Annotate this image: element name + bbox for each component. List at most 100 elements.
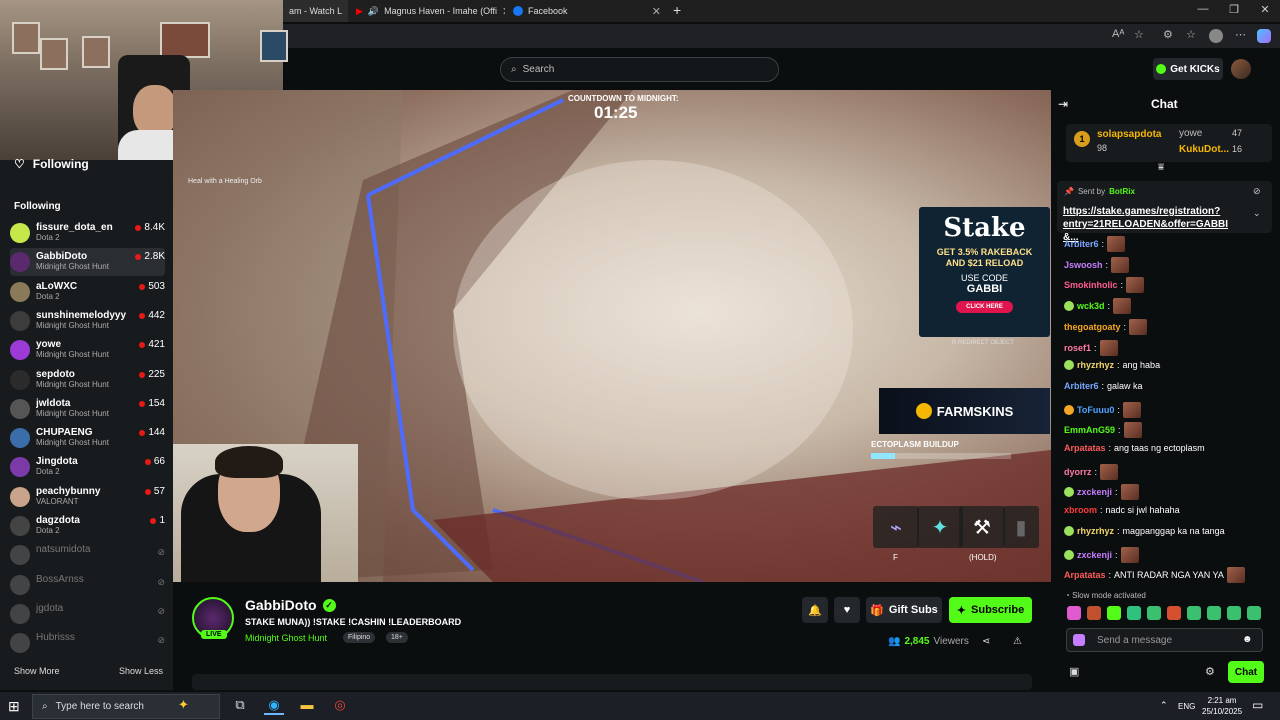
clock[interactable]: 2:21 am 25/10/2025	[1202, 695, 1242, 717]
chat-username[interactable]: rhyzrhyz	[1077, 360, 1114, 370]
user-badge-icon[interactable]	[1064, 301, 1074, 311]
favorite-icon[interactable]: ☆	[1134, 28, 1144, 41]
leader-2-name[interactable]: yowe	[1179, 128, 1202, 139]
collapse-chat-icon[interactable]: ⇥	[1058, 97, 1068, 111]
chat-username[interactable]: rosef1	[1064, 343, 1091, 353]
read-aloud-icon[interactable]: Aᴬ	[1112, 28, 1124, 40]
chat-username[interactable]: Arpatatas	[1064, 443, 1106, 453]
streamer-name[interactable]: GabbiDoto ✓	[245, 597, 336, 613]
user-badge-icon[interactable]	[1064, 526, 1074, 536]
report-icon[interactable]: ⚠	[1013, 636, 1022, 647]
browser-tab-youtube[interactable]: ▶ 🔊 Magnus Haven - Imahe (Offi ✕	[350, 0, 505, 22]
copilot-icon[interactable]	[1257, 29, 1271, 43]
follow-button[interactable]: ♥	[834, 597, 860, 623]
farmskins-ad[interactable]: FARMSKINS	[879, 388, 1050, 434]
notification-bell-button[interactable]: 🔔	[802, 597, 828, 623]
share-icon[interactable]: ⋖	[982, 636, 990, 647]
sidebar-channel[interactable]: jgdota ⊘	[10, 600, 165, 628]
close-icon[interactable]: ✕	[652, 5, 661, 18]
speaker-icon[interactable]: 🔊	[368, 6, 379, 17]
chevron-down-icon[interactable]: ⌄	[1253, 208, 1261, 219]
unpin-icon[interactable]: ⊘	[1253, 186, 1261, 197]
user-badge-icon[interactable]	[1064, 360, 1074, 370]
edge-browser-icon[interactable]: ◉	[264, 697, 284, 715]
sidebar-channel[interactable]: jwldota Midnight Ghost Hunt 154	[10, 395, 165, 423]
user-badge-icon[interactable]	[1064, 405, 1074, 415]
emote-icon[interactable]	[1247, 606, 1261, 620]
subscribe-button[interactable]: ✦ Subscribe	[949, 597, 1032, 623]
task-view-icon[interactable]: ⧉	[230, 697, 250, 715]
chat-username[interactable]: zxckenji	[1077, 550, 1112, 560]
minimize-button[interactable]: —	[1188, 3, 1218, 15]
chat-username[interactable]: Jswoosh	[1064, 260, 1103, 270]
tag-language[interactable]: Filipino	[343, 632, 376, 643]
user-badge-icon[interactable]	[1064, 550, 1074, 560]
emote-icon[interactable]	[1127, 606, 1141, 620]
windows-start-icon[interactable]: ⊞	[8, 698, 20, 715]
user-avatar[interactable]	[1231, 59, 1251, 79]
sidebar-channel[interactable]: sepdoto Midnight Ghost Hunt 225	[10, 366, 165, 394]
chat-username[interactable]: zxckenji	[1077, 487, 1112, 497]
stake-ad[interactable]: Stake GET 3.5% RAKEBACK AND $21 RELOAD U…	[919, 207, 1050, 337]
chat-username[interactable]: Arpatatas	[1064, 570, 1106, 580]
browser-tab-facebook[interactable]: Facebook ✕	[507, 0, 667, 22]
close-icon[interactable]: ✕	[502, 5, 505, 18]
emote-icon[interactable]	[1207, 606, 1221, 620]
sidebar-channel[interactable]: GabbiDoto Midnight Ghost Hunt 2.8K	[10, 248, 165, 276]
settings-gear-icon[interactable]: ⚙	[1205, 665, 1215, 678]
chat-username[interactable]: rhyzrhyz	[1077, 526, 1114, 536]
emote-icon[interactable]	[1227, 606, 1241, 620]
sidebar-channel[interactable]: peachybunny VALORANT 57	[10, 483, 165, 511]
sidebar-channel[interactable]: Hubrisss ⊘	[10, 629, 165, 657]
file-explorer-icon[interactable]: ▬	[297, 697, 317, 715]
emote-icon[interactable]	[1187, 606, 1201, 620]
gift-icon[interactable]: ▣	[1069, 665, 1079, 678]
following-header[interactable]: ♡ Following	[14, 157, 89, 171]
stream-category[interactable]: Midnight Ghost Hunt	[245, 633, 327, 643]
gift-subs-button[interactable]: 🎁 Gift Subs	[866, 597, 942, 623]
maximize-button[interactable]: ❐	[1219, 3, 1249, 16]
chat-username[interactable]: Smokinholic	[1064, 280, 1118, 290]
browser-tab-kick[interactable]: am - Watch L ✕	[283, 0, 348, 22]
send-chat-button[interactable]: Chat	[1228, 661, 1264, 683]
obs-icon[interactable]: ◎	[330, 697, 350, 715]
stake-cta-button[interactable]: CLICK HERE	[956, 301, 1013, 313]
get-kicks-button[interactable]: Get KICKs	[1153, 58, 1223, 80]
emote-icon[interactable]	[1107, 606, 1121, 620]
user-badge-icon[interactable]	[1064, 487, 1074, 497]
show-less-button[interactable]: Show Less	[119, 666, 163, 676]
taskbar-search-input[interactable]: ⌕ Type here to search	[32, 694, 220, 719]
extensions-icon[interactable]: ⚙	[1163, 28, 1173, 41]
sidebar-channel[interactable]: fissure_dota_en Dota 2 8.4K	[10, 219, 165, 247]
leader-1-name[interactable]: solapsapdota	[1097, 129, 1161, 140]
expand-leaderboard-icon[interactable]: ⩸	[1158, 162, 1164, 173]
user-badge-icon[interactable]	[1073, 634, 1085, 646]
emote-icon[interactable]	[1067, 606, 1081, 620]
notification-icon[interactable]: ▭	[1252, 698, 1263, 712]
chat-username[interactable]: Arbiter6	[1064, 381, 1099, 391]
chat-username[interactable]: ToFuuu0	[1077, 405, 1114, 415]
emoji-icon[interactable]: ☻	[1242, 634, 1253, 645]
sidebar-channel[interactable]: CHUPAENG Midnight Ghost Hunt 144	[10, 424, 165, 452]
menu-icon[interactable]: ⋯	[1235, 28, 1246, 41]
emote-icon[interactable]	[1087, 606, 1101, 620]
close-window-button[interactable]: ✕	[1250, 3, 1280, 16]
sidebar-channel[interactable]: yowe Midnight Ghost Hunt 421	[10, 336, 165, 364]
sidebar-channel[interactable]: sunshinemelodyyy Midnight Ghost Hunt 442	[10, 307, 165, 335]
chat-username[interactable]: wck3d	[1077, 301, 1105, 311]
sidebar-channel[interactable]: aLoWXC Dota 2 503	[10, 278, 165, 306]
profile-icon[interactable]	[1209, 29, 1223, 43]
tray-chevron-up-icon[interactable]: ⌃	[1160, 700, 1168, 711]
show-more-button[interactable]: Show More	[14, 666, 60, 676]
leader-3-name[interactable]: KukuDot...	[1179, 144, 1229, 155]
close-icon[interactable]: ✕	[347, 5, 348, 18]
search-highlight-icon[interactable]: ✦	[178, 697, 189, 713]
chat-username[interactable]: Arbiter6	[1064, 239, 1099, 249]
collections-icon[interactable]: ☆	[1186, 28, 1196, 41]
sidebar-channel[interactable]: BossArnss ⊘	[10, 571, 165, 599]
search-input[interactable]: ⌕ Search	[500, 57, 779, 82]
chat-message-input[interactable]: Send a message	[1066, 628, 1263, 652]
address-field[interactable]	[283, 24, 1163, 48]
sidebar-channel[interactable]: dagzdota Dota 2 1	[10, 512, 165, 540]
tag-mature[interactable]: 18+	[386, 632, 408, 643]
